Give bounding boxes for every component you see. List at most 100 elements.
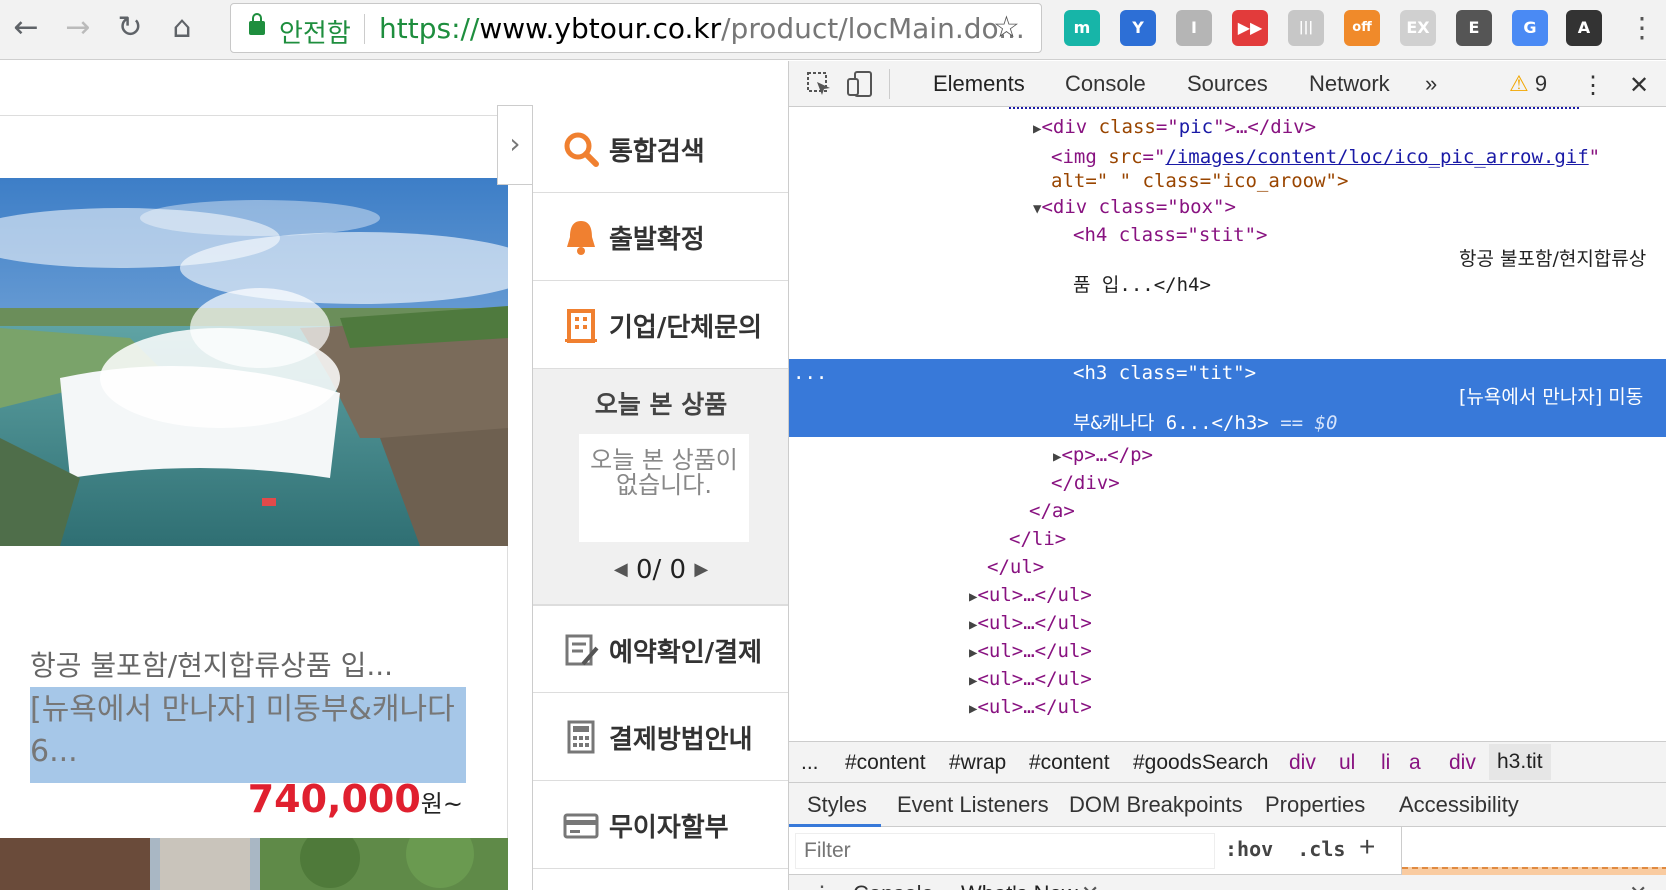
back-icon[interactable]: ←: [6, 8, 46, 48]
styles-filter-input[interactable]: [795, 833, 1215, 869]
quick-menu-item-group-inquiry[interactable]: 기업/단체문의: [533, 281, 788, 369]
close-drawer-icon[interactable]: ✕: [1629, 881, 1647, 890]
video-extension-icon[interactable]: ▶▶: [1232, 10, 1268, 46]
breadcrumb-item[interactable]: #wrap: [949, 751, 1006, 775]
toolbar-divider: [889, 69, 890, 99]
dom-node-h4[interactable]: <h4 class="stit">: [1073, 223, 1267, 247]
browser-toolbar: ← → ↻ ⌂ 안전함 https://www.ybtour.co.kr/pro…: [0, 0, 1666, 60]
tab-elements[interactable]: Elements: [933, 71, 1025, 97]
lock-icon: [249, 13, 265, 35]
product-title[interactable]: [뉴욕에서 만나자] 미동부&캐나다 6...: [30, 689, 460, 773]
drawer-menu-icon[interactable]: ⋮: [811, 881, 833, 890]
calculator-icon: [567, 720, 595, 754]
off-extension-icon[interactable]: off: [1344, 10, 1380, 46]
devtools-toolbar: Elements Console Sources Network » ⚠ 9 ⋮…: [789, 61, 1666, 107]
ex-extension-icon[interactable]: EX: [1400, 10, 1436, 46]
breadcrumb-item[interactable]: li: [1381, 751, 1390, 775]
dom-node-img[interactable]: <img src="/images/content/loc/ico_pic_ar…: [1051, 145, 1600, 169]
tab-event-listeners[interactable]: Event Listeners: [897, 792, 1049, 818]
hov-toggle[interactable]: :hov: [1225, 837, 1273, 861]
tab-properties[interactable]: Properties: [1265, 792, 1365, 818]
collapse-quick-menu-button[interactable]: ›: [497, 105, 533, 185]
quick-menu-item-payment-guide[interactable]: 결제방법안내: [533, 693, 788, 781]
city-street-photo: [0, 838, 508, 890]
tab-styles[interactable]: Styles: [807, 792, 867, 818]
pager-prev-icon[interactable]: ◀: [614, 559, 628, 580]
reload-icon[interactable]: ↻: [110, 8, 150, 48]
breadcrumb-item-selected[interactable]: h3.tit: [1489, 744, 1551, 780]
pager-next-icon[interactable]: ▶: [694, 559, 708, 580]
dom-node-ul[interactable]: ▶<ul>…</ul>: [969, 639, 1092, 665]
gray-extension-icon[interactable]: I: [1176, 10, 1212, 46]
dom-tree: ▶<div class="pic">…</div> <img src="/ima…: [789, 107, 1666, 741]
tab-accessibility[interactable]: Accessibility: [1399, 792, 1519, 818]
dom-node-ul[interactable]: ▶<ul>…</ul>: [969, 611, 1092, 637]
barcode-extension-icon[interactable]: |||: [1288, 10, 1324, 46]
translate-extension-icon[interactable]: G: [1512, 10, 1548, 46]
selected-dom-node-h3[interactable]: ... <h3 class="tit"> [뉴욕에서 만나자] 미동 부&캐나다…: [789, 359, 1666, 437]
dom-node-ul[interactable]: ▶<ul>…</ul>: [969, 695, 1092, 721]
tab-dom-breakpoints[interactable]: DOM Breakpoints: [1069, 792, 1243, 818]
m-extension-icon[interactable]: m: [1064, 10, 1100, 46]
margin-preview: [1402, 867, 1666, 875]
quick-menu-item-search[interactable]: 통합검색: [533, 105, 788, 193]
breadcrumb-item[interactable]: ul: [1339, 751, 1355, 775]
quick-menu-item-reservation[interactable]: 예약확인/결제: [533, 605, 788, 693]
recently-viewed-title: 오늘 본 상품: [594, 390, 728, 419]
drawer-tab-console[interactable]: Console: [853, 881, 934, 890]
tab-network[interactable]: Network: [1309, 71, 1390, 97]
tab-sources[interactable]: Sources: [1187, 71, 1268, 97]
building-icon: [565, 309, 597, 343]
bookmark-star-icon[interactable]: ☆: [993, 10, 1020, 45]
url-host: www.ybtour.co.kr: [479, 12, 722, 45]
home-icon[interactable]: ⌂: [162, 8, 202, 48]
address-bar[interactable]: 안전함 https://www.ybtour.co.kr/product/loc…: [230, 3, 1042, 53]
url-text[interactable]: https://www.ybtour.co.kr/product/locMain…: [379, 12, 1025, 45]
dom-node-div-close: </div>: [1051, 472, 1120, 494]
more-tabs-icon[interactable]: »: [1425, 71, 1437, 97]
evernote-extension-icon[interactable]: E: [1456, 10, 1492, 46]
breadcrumb-item[interactable]: div: [1449, 751, 1476, 775]
breadcrumb: ... #content #wrap #content #goodsSearch…: [789, 741, 1666, 783]
devtools-menu-icon[interactable]: ⋮: [1581, 71, 1605, 100]
warning-count: 9: [1534, 71, 1548, 96]
y-extension-icon[interactable]: Y: [1120, 10, 1156, 46]
warnings-counter[interactable]: ⚠ 9: [1509, 71, 1547, 97]
dom-node-ul[interactable]: ▶<ul>…</ul>: [969, 583, 1092, 609]
product-image-niagara-falls[interactable]: [0, 178, 508, 546]
tab-console[interactable]: Console: [1065, 71, 1146, 97]
breadcrumb-item[interactable]: a: [1409, 751, 1421, 775]
quick-menu-label: 출발확정: [609, 225, 705, 255]
styles-pane-tabs: Styles Event Listeners DOM Breakpoints P…: [789, 783, 1666, 827]
breadcrumb-item[interactable]: ...: [801, 751, 819, 775]
second-product-image[interactable]: [0, 838, 508, 890]
product-subtitle[interactable]: 항공 불포함/현지합류상품 입...: [30, 644, 393, 684]
dom-node-div-pic[interactable]: ▶<div class="pic">…</div>: [1033, 115, 1316, 141]
quick-menu-item-installment[interactable]: 무이자할부: [533, 781, 788, 869]
font-extension-icon[interactable]: A: [1566, 10, 1602, 46]
breadcrumb-item[interactable]: #goodsSearch: [1133, 751, 1268, 775]
dom-node-p[interactable]: ▶<p>…</p>: [1053, 443, 1153, 469]
product-title-highlight[interactable]: [뉴욕에서 만나자] 미동부&캐나다 6...: [30, 687, 466, 783]
breadcrumb-item[interactable]: div: [1289, 751, 1316, 775]
forward-icon[interactable]: →: [58, 8, 98, 48]
breadcrumb-item[interactable]: #content: [845, 751, 926, 775]
new-style-rule-icon[interactable]: +: [1359, 831, 1375, 863]
ellipsis-icon[interactable]: ...: [793, 361, 827, 385]
img-src-link[interactable]: /images/content/loc/ico_pic_arrow.gif: [1165, 146, 1588, 168]
browser-menu-icon[interactable]: ⋮: [1628, 8, 1656, 48]
cls-toggle[interactable]: .cls: [1297, 837, 1345, 861]
breadcrumb-item[interactable]: #content: [1029, 751, 1110, 775]
inspect-element-icon[interactable]: [805, 70, 833, 98]
dom-node-div-box[interactable]: ▼<div class="box">: [1033, 195, 1236, 221]
quick-menu-item-departure[interactable]: 출발확정: [533, 193, 788, 281]
selected-node-marker: == $0: [1280, 412, 1338, 434]
device-toolbar-icon[interactable]: [845, 69, 875, 99]
recently-viewed-empty: 오늘 본 상품이 없습니다.: [579, 434, 749, 542]
close-devtools-icon[interactable]: ✕: [1629, 71, 1649, 100]
dom-node-ul[interactable]: ▶<ul>…</ul>: [969, 667, 1092, 693]
dom-node-h3[interactable]: <h3 class="tit">: [1073, 361, 1256, 385]
product-card[interactable]: 항공 불포함/현지합류상품 입... [뉴욕에서 만나자] 미동부&캐나다 6.…: [0, 115, 508, 857]
close-drawer-tab-icon[interactable]: ✕: [1081, 881, 1099, 890]
drawer-tab-whats-new[interactable]: What's New: [961, 881, 1078, 890]
